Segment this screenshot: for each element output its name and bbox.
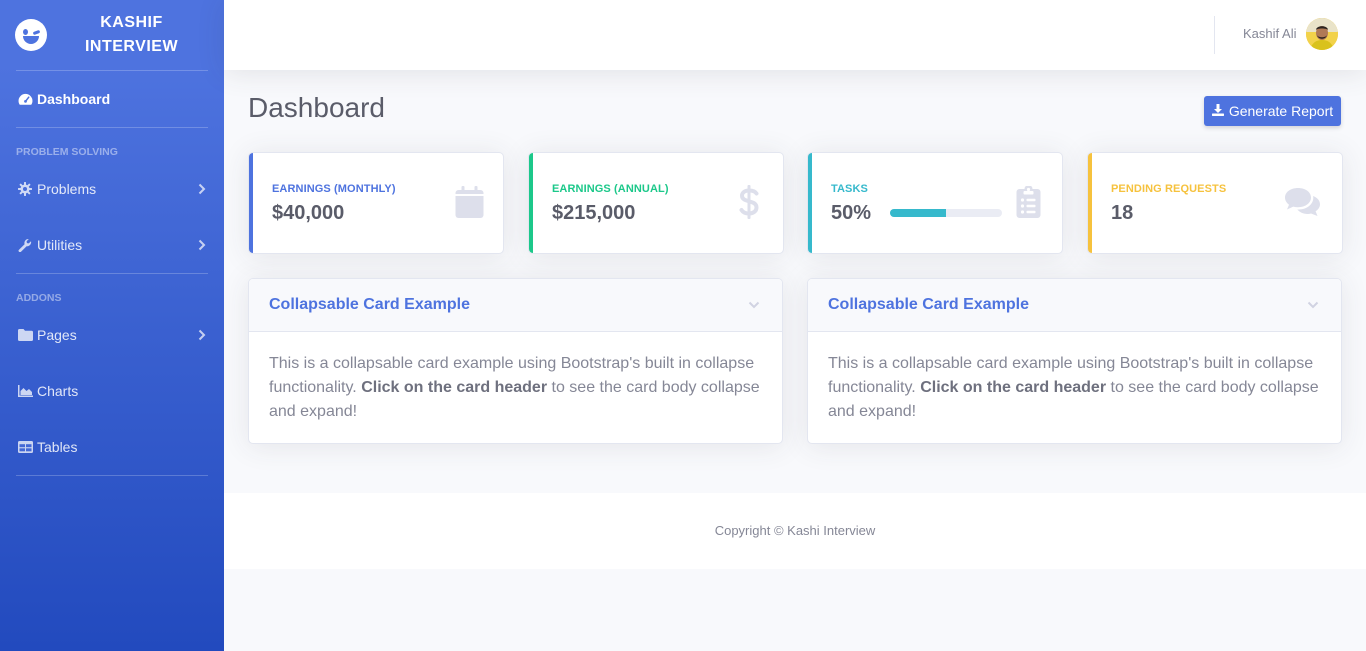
stat-title: TASKS	[831, 183, 868, 195]
collapsable-card: Collapsable Card Example This is a colla…	[248, 278, 783, 444]
sidebar-item-label: Utilities	[37, 237, 83, 253]
comments-icon	[1284, 185, 1322, 219]
stat-value: 50%	[831, 202, 872, 224]
stat-accent-bar	[808, 153, 812, 253]
table-icon	[17, 440, 33, 454]
sidebar-divider	[16, 475, 208, 476]
area-chart-icon	[17, 384, 33, 398]
sidebar-item-utilities[interactable]: Utilities	[0, 217, 224, 273]
brand-line-2: INTERVIEW	[84, 38, 179, 55]
chevron-right-icon	[198, 182, 208, 196]
copyright-text: Copyright © Kashi Interview	[714, 523, 876, 538]
brand-line-1: KASHIF	[100, 14, 163, 31]
page-title: Dashboard	[248, 92, 385, 123]
sidebar-item-pages[interactable]: Pages	[0, 307, 224, 363]
stat-value: $215,000	[552, 202, 636, 224]
cog-icon	[17, 182, 33, 196]
topbar-divider	[1214, 16, 1215, 54]
topbar: Kashif Ali	[224, 0, 1366, 70]
chevron-down-icon	[1307, 300, 1321, 310]
stat-value: 18	[1111, 202, 1134, 224]
tasks-progress-fill	[890, 209, 946, 217]
user-name[interactable]: Kashif Ali	[1243, 26, 1296, 41]
sidebar: KASHIF INTERVIEW Dashboard PROBLEM SOLVI…	[0, 0, 224, 651]
card-body: This is a collapsable card example using…	[808, 332, 1341, 443]
tachometer-icon	[17, 92, 33, 106]
chevron-right-icon	[198, 238, 208, 252]
card-body: This is a collapsable card example using…	[249, 332, 782, 443]
chevron-down-icon	[748, 300, 762, 310]
card-title: Collapsable Card Example	[269, 296, 470, 313]
card-text-bold: Click on the card header	[361, 379, 548, 396]
clipboard-list-icon	[1012, 185, 1044, 219]
sidebar-item-label: Dashboard	[37, 91, 111, 107]
stat-title: PENDING REQUESTS	[1111, 183, 1227, 195]
stat-accent-bar	[1088, 153, 1092, 253]
tasks-progress-bar	[890, 209, 1002, 217]
folder-icon	[17, 328, 33, 342]
stat-title: EARNINGS (MONTHLY)	[272, 183, 396, 195]
sidebar-item-tables[interactable]: Tables	[0, 419, 224, 475]
stat-value: $40,000	[272, 202, 345, 224]
sidebar-item-dashboard[interactable]: Dashboard	[0, 71, 224, 127]
sidebar-heading: PROBLEM SOLVING	[16, 146, 118, 158]
card-title: Collapsable Card Example	[828, 296, 1029, 313]
wrench-icon	[17, 238, 33, 252]
stat-title: EARNINGS (ANNUAL)	[552, 183, 669, 195]
sidebar-item-label: Pages	[37, 327, 77, 343]
sidebar-item-label: Tables	[37, 439, 78, 455]
card-text-bold: Click on the card header	[920, 379, 1107, 396]
sidebar-item-label: Charts	[37, 383, 79, 399]
stat-card-earnings-monthly: EARNINGS (MONTHLY) $40,000	[248, 152, 504, 254]
brand-link[interactable]: KASHIF INTERVIEW	[0, 0, 224, 70]
avatar[interactable]	[1306, 18, 1338, 50]
stat-accent-bar	[529, 153, 533, 253]
laugh-wink-icon	[15, 19, 47, 51]
stat-card-tasks: TASKS 50%	[807, 152, 1063, 254]
chevron-right-icon	[198, 328, 208, 342]
sidebar-heading: ADDONS	[16, 292, 62, 304]
brand-name: KASHIF INTERVIEW	[47, 11, 224, 59]
download-icon	[1211, 103, 1224, 119]
footer: Copyright © Kashi Interview	[224, 493, 1366, 569]
sidebar-item-label: Problems	[37, 181, 97, 197]
stat-accent-bar	[249, 153, 253, 253]
calendar-icon	[453, 185, 485, 219]
generate-report-label: Generate Report	[1228, 103, 1334, 119]
stat-card-pending-requests: PENDING REQUESTS 18	[1087, 152, 1343, 254]
sidebar-item-charts[interactable]: Charts	[0, 363, 224, 419]
card-header[interactable]: Collapsable Card Example	[808, 279, 1341, 332]
card-header[interactable]: Collapsable Card Example	[249, 279, 782, 332]
collapsable-card: Collapsable Card Example This is a colla…	[807, 278, 1342, 444]
generate-report-button[interactable]: Generate Report	[1204, 96, 1341, 126]
dollar-icon	[733, 185, 765, 219]
sidebar-item-problems[interactable]: Problems	[0, 161, 224, 217]
stat-card-earnings-annual: EARNINGS (ANNUAL) $215,000	[528, 152, 784, 254]
